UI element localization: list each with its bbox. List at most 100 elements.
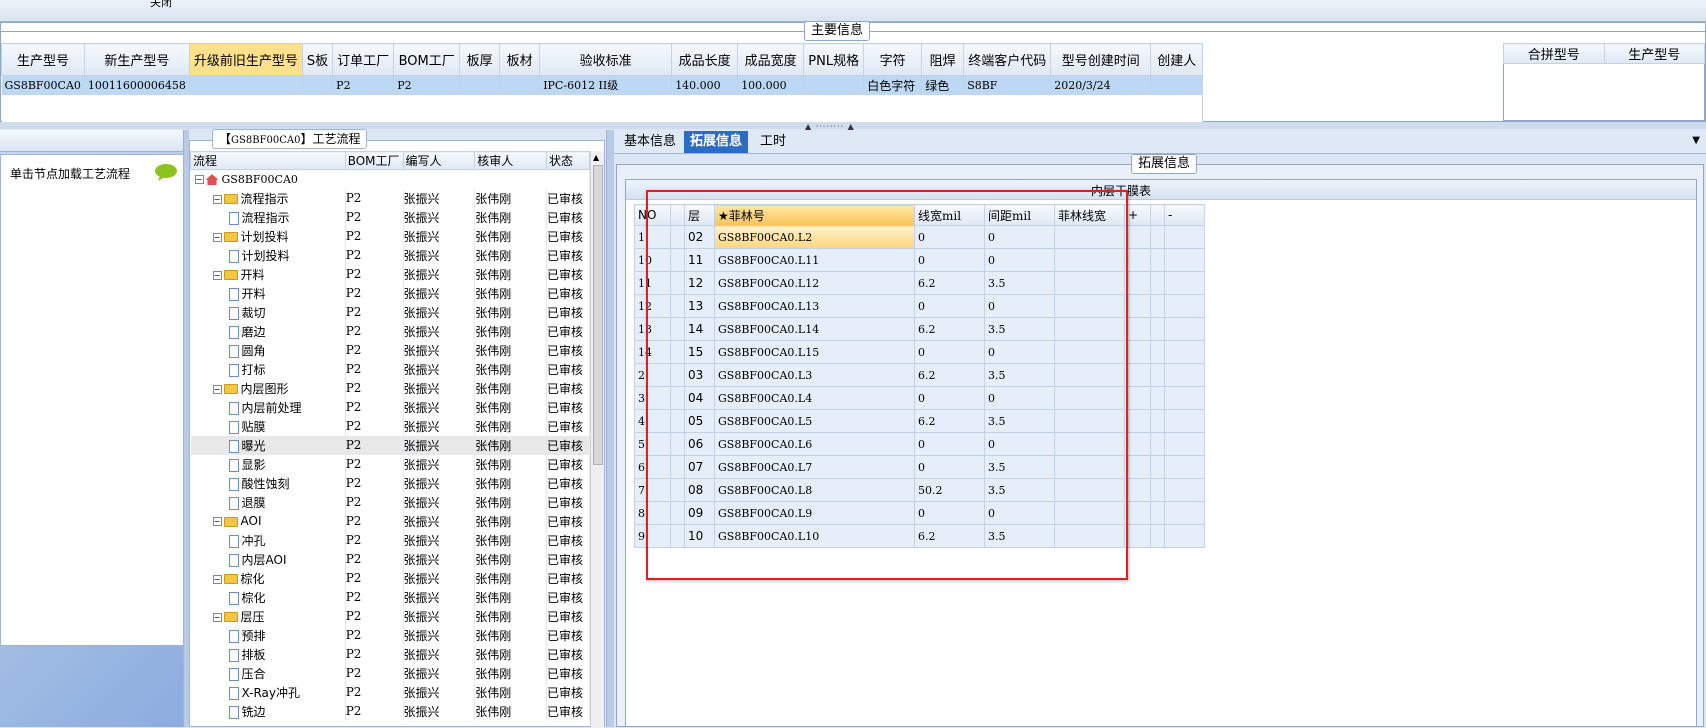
tree-node[interactable]: 流程指示 xyxy=(190,207,346,227)
tree-node[interactable]: 内层AOI xyxy=(190,549,346,569)
tree-row[interactable]: 铣边 P2 张振兴 张伟刚 已审核 xyxy=(190,701,590,721)
tab-basic-info[interactable]: 基本信息 xyxy=(618,131,682,153)
horizontal-splitter[interactable]: ▲ ········ ▲ xyxy=(0,122,1706,131)
column-header[interactable]: 终端客户代码 xyxy=(963,43,1052,76)
tree-row[interactable]: 棕化 P2 张振兴 张伟刚 已审核 xyxy=(190,587,590,607)
tree-row[interactable]: 圆角 P2 张振兴 张伟刚 已审核 xyxy=(190,340,590,360)
column-header[interactable]: 成品宽度 xyxy=(737,43,805,76)
collapse-icon[interactable]: − xyxy=(212,270,222,280)
tree-node[interactable]: − GS8BF00CA0 xyxy=(190,169,590,189)
scroll-up-icon[interactable]: ▲ xyxy=(593,153,599,162)
tree-node[interactable]: 开料 xyxy=(190,283,346,303)
tree-row[interactable]: 预排 P2 张振兴 张伟刚 已审核 xyxy=(190,625,590,645)
tree-row[interactable]: 压合 P2 张振兴 张伟刚 已审核 xyxy=(190,663,590,683)
tree-node[interactable]: X-Ray冲孔 xyxy=(190,682,346,702)
column-header[interactable]: 生产型号 xyxy=(1,43,85,76)
column-header[interactable]: 型号创建时间 xyxy=(1050,43,1152,76)
column-header[interactable]: 订单工厂 xyxy=(332,43,395,76)
tree-row[interactable]: − 计划投料 P2 张振兴 张伟刚 已审核 xyxy=(190,226,590,246)
tree-row[interactable]: 内层前处理 P2 张振兴 张伟刚 已审核 xyxy=(190,397,590,417)
tree-node[interactable]: 打标 xyxy=(190,359,346,379)
tree-node[interactable]: 酸性蚀刻 xyxy=(190,473,346,493)
flow-scrollbar[interactable]: ▲ xyxy=(590,151,604,728)
tree-node[interactable]: − 流程指示 xyxy=(190,188,346,208)
tree-row[interactable]: X-Ray冲孔 P2 张振兴 张伟刚 已审核 xyxy=(190,682,590,702)
main-info-table[interactable]: 生产型号 新生产型号 升级前旧生产型号 S板 订单工厂 BOM工厂 板厚 板材 验收标准 成品长度… xyxy=(1,43,1204,125)
tree-node[interactable]: − 计划投料 xyxy=(190,226,346,246)
collapse-icon[interactable]: − xyxy=(212,232,222,242)
tree-row[interactable]: 贴膜 P2 张振兴 张伟刚 已审核 xyxy=(190,416,590,436)
tree-node[interactable]: 预排 xyxy=(190,625,346,645)
flow-tree-table[interactable]: 流程 BOM工厂 编写人 核审人 状态 − GS8BF00CA0− 流程指示 P2 张振兴 张伟刚… xyxy=(190,151,590,721)
tree-row[interactable]: 排板 P2 张振兴 张伟刚 已审核 xyxy=(190,644,590,664)
collapse-icon[interactable]: − xyxy=(212,194,222,204)
tab-extended-info[interactable]: 拓展信息 xyxy=(684,131,749,153)
tree-row[interactable]: 曝光 P2 张振兴 张伟刚 已审核 xyxy=(190,435,590,455)
tree-node[interactable]: 排板 xyxy=(190,644,346,664)
tree-row[interactable]: 内层AOI P2 张振兴 张伟刚 已审核 xyxy=(190,549,590,569)
tree-node[interactable]: 裁切 xyxy=(190,302,346,322)
column-header[interactable]: 字符 xyxy=(863,43,923,76)
merge-model-table[interactable]: 合拼型号 生产型号 xyxy=(1503,43,1705,121)
column-header[interactable]: 流程 xyxy=(190,151,346,170)
tree-row[interactable]: − 开料 P2 张振兴 张伟刚 已审核 xyxy=(190,264,590,284)
column-header[interactable]: 板材 xyxy=(499,43,541,76)
collapse-icon[interactable]: − xyxy=(212,384,222,394)
tree-node[interactable]: 退膜 xyxy=(190,492,346,512)
tree-row[interactable]: 计划投料 P2 张振兴 张伟刚 已审核 xyxy=(190,245,590,265)
tree-row[interactable]: 打标 P2 张振兴 张伟刚 已审核 xyxy=(190,359,590,379)
column-header[interactable]: 新生产型号 xyxy=(83,43,190,76)
scroll-thumb[interactable] xyxy=(593,165,603,465)
column-header[interactable]: 创建人 xyxy=(1150,43,1204,76)
tree-node[interactable]: 压合 xyxy=(190,663,346,683)
tree-node[interactable]: − AOI xyxy=(190,511,346,531)
table-row[interactable]: GS8BF00CA0 10011600006458 P2 P2 IPC-6012 II级… xyxy=(1,75,1204,95)
collapse-icon[interactable]: − xyxy=(194,175,204,185)
collapse-icon[interactable]: − xyxy=(212,574,222,584)
tree-node[interactable]: 显影 xyxy=(190,454,346,474)
tree-row[interactable]: − AOI P2 张振兴 张伟刚 已审核 xyxy=(190,511,590,531)
tree-row[interactable]: 开料 P2 张振兴 张伟刚 已审核 xyxy=(190,283,590,303)
middle-collapse-bar[interactable] xyxy=(606,130,614,727)
column-header[interactable]: 核审人 xyxy=(474,151,548,170)
column-header[interactable]: 验收标准 xyxy=(539,43,673,76)
column-header[interactable]: 生产型号 xyxy=(1603,43,1705,64)
tree-node[interactable]: − 层压 xyxy=(190,606,346,626)
tab-dropdown-icon[interactable]: ▼ xyxy=(1692,135,1700,146)
column-header[interactable]: 状态 xyxy=(546,151,590,170)
tree-node[interactable]: 冲孔 xyxy=(190,530,346,550)
tree-node[interactable]: − 棕化 xyxy=(190,568,346,588)
tree-row[interactable]: − 流程指示 P2 张振兴 张伟刚 已审核 xyxy=(190,188,590,208)
column-header[interactable]: - xyxy=(1164,204,1205,226)
tree-row[interactable]: 磨边 P2 张振兴 张伟刚 已审核 xyxy=(190,321,590,341)
tree-row[interactable]: − 内层图形 P2 张振兴 张伟刚 已审核 xyxy=(190,378,590,398)
tree-row[interactable]: − GS8BF00CA0 xyxy=(190,169,590,189)
column-header[interactable]: + xyxy=(1124,204,1151,226)
tree-node[interactable]: 铣边 xyxy=(190,701,346,721)
tree-node[interactable]: − 开料 xyxy=(190,264,346,284)
tree-node[interactable]: 棕化 xyxy=(190,587,346,607)
column-header[interactable]: 成品长度 xyxy=(671,43,739,76)
column-header[interactable]: 升级前旧生产型号 xyxy=(188,43,303,76)
column-header[interactable]: BOM工厂 xyxy=(393,43,461,76)
tree-row[interactable]: 冲孔 P2 张振兴 张伟刚 已审核 xyxy=(190,530,590,550)
tree-row[interactable]: 显影 P2 张振兴 张伟刚 已审核 xyxy=(190,454,590,474)
collapse-icon[interactable]: − xyxy=(212,612,222,622)
tree-node[interactable]: − 内层图形 xyxy=(190,378,346,398)
node-hint-box[interactable]: 单击节点加载工艺流程 xyxy=(0,154,185,646)
tree-node[interactable]: 计划投料 xyxy=(190,245,346,265)
column-header[interactable]: PNL规格 xyxy=(803,43,865,76)
tree-node[interactable]: 曝光 xyxy=(190,435,346,455)
column-header[interactable]: S板 xyxy=(301,43,334,76)
tree-node[interactable]: 内层前处理 xyxy=(190,397,346,417)
column-header[interactable] xyxy=(1150,204,1165,226)
tree-node[interactable]: 贴膜 xyxy=(190,416,346,436)
tree-row[interactable]: 裁切 P2 张振兴 张伟刚 已审核 xyxy=(190,302,590,322)
column-header[interactable]: 合拼型号 xyxy=(1503,43,1605,64)
tree-row[interactable]: − 棕化 P2 张振兴 张伟刚 已审核 xyxy=(190,568,590,588)
tree-row[interactable]: 酸性蚀刻 P2 张振兴 张伟刚 已审核 xyxy=(190,473,590,493)
tab-work-hours[interactable]: 工时 xyxy=(754,131,792,153)
column-header[interactable]: 阻焊 xyxy=(921,43,965,76)
tree-node[interactable]: 磨边 xyxy=(190,321,346,341)
column-header[interactable]: 编写人 xyxy=(402,151,476,170)
